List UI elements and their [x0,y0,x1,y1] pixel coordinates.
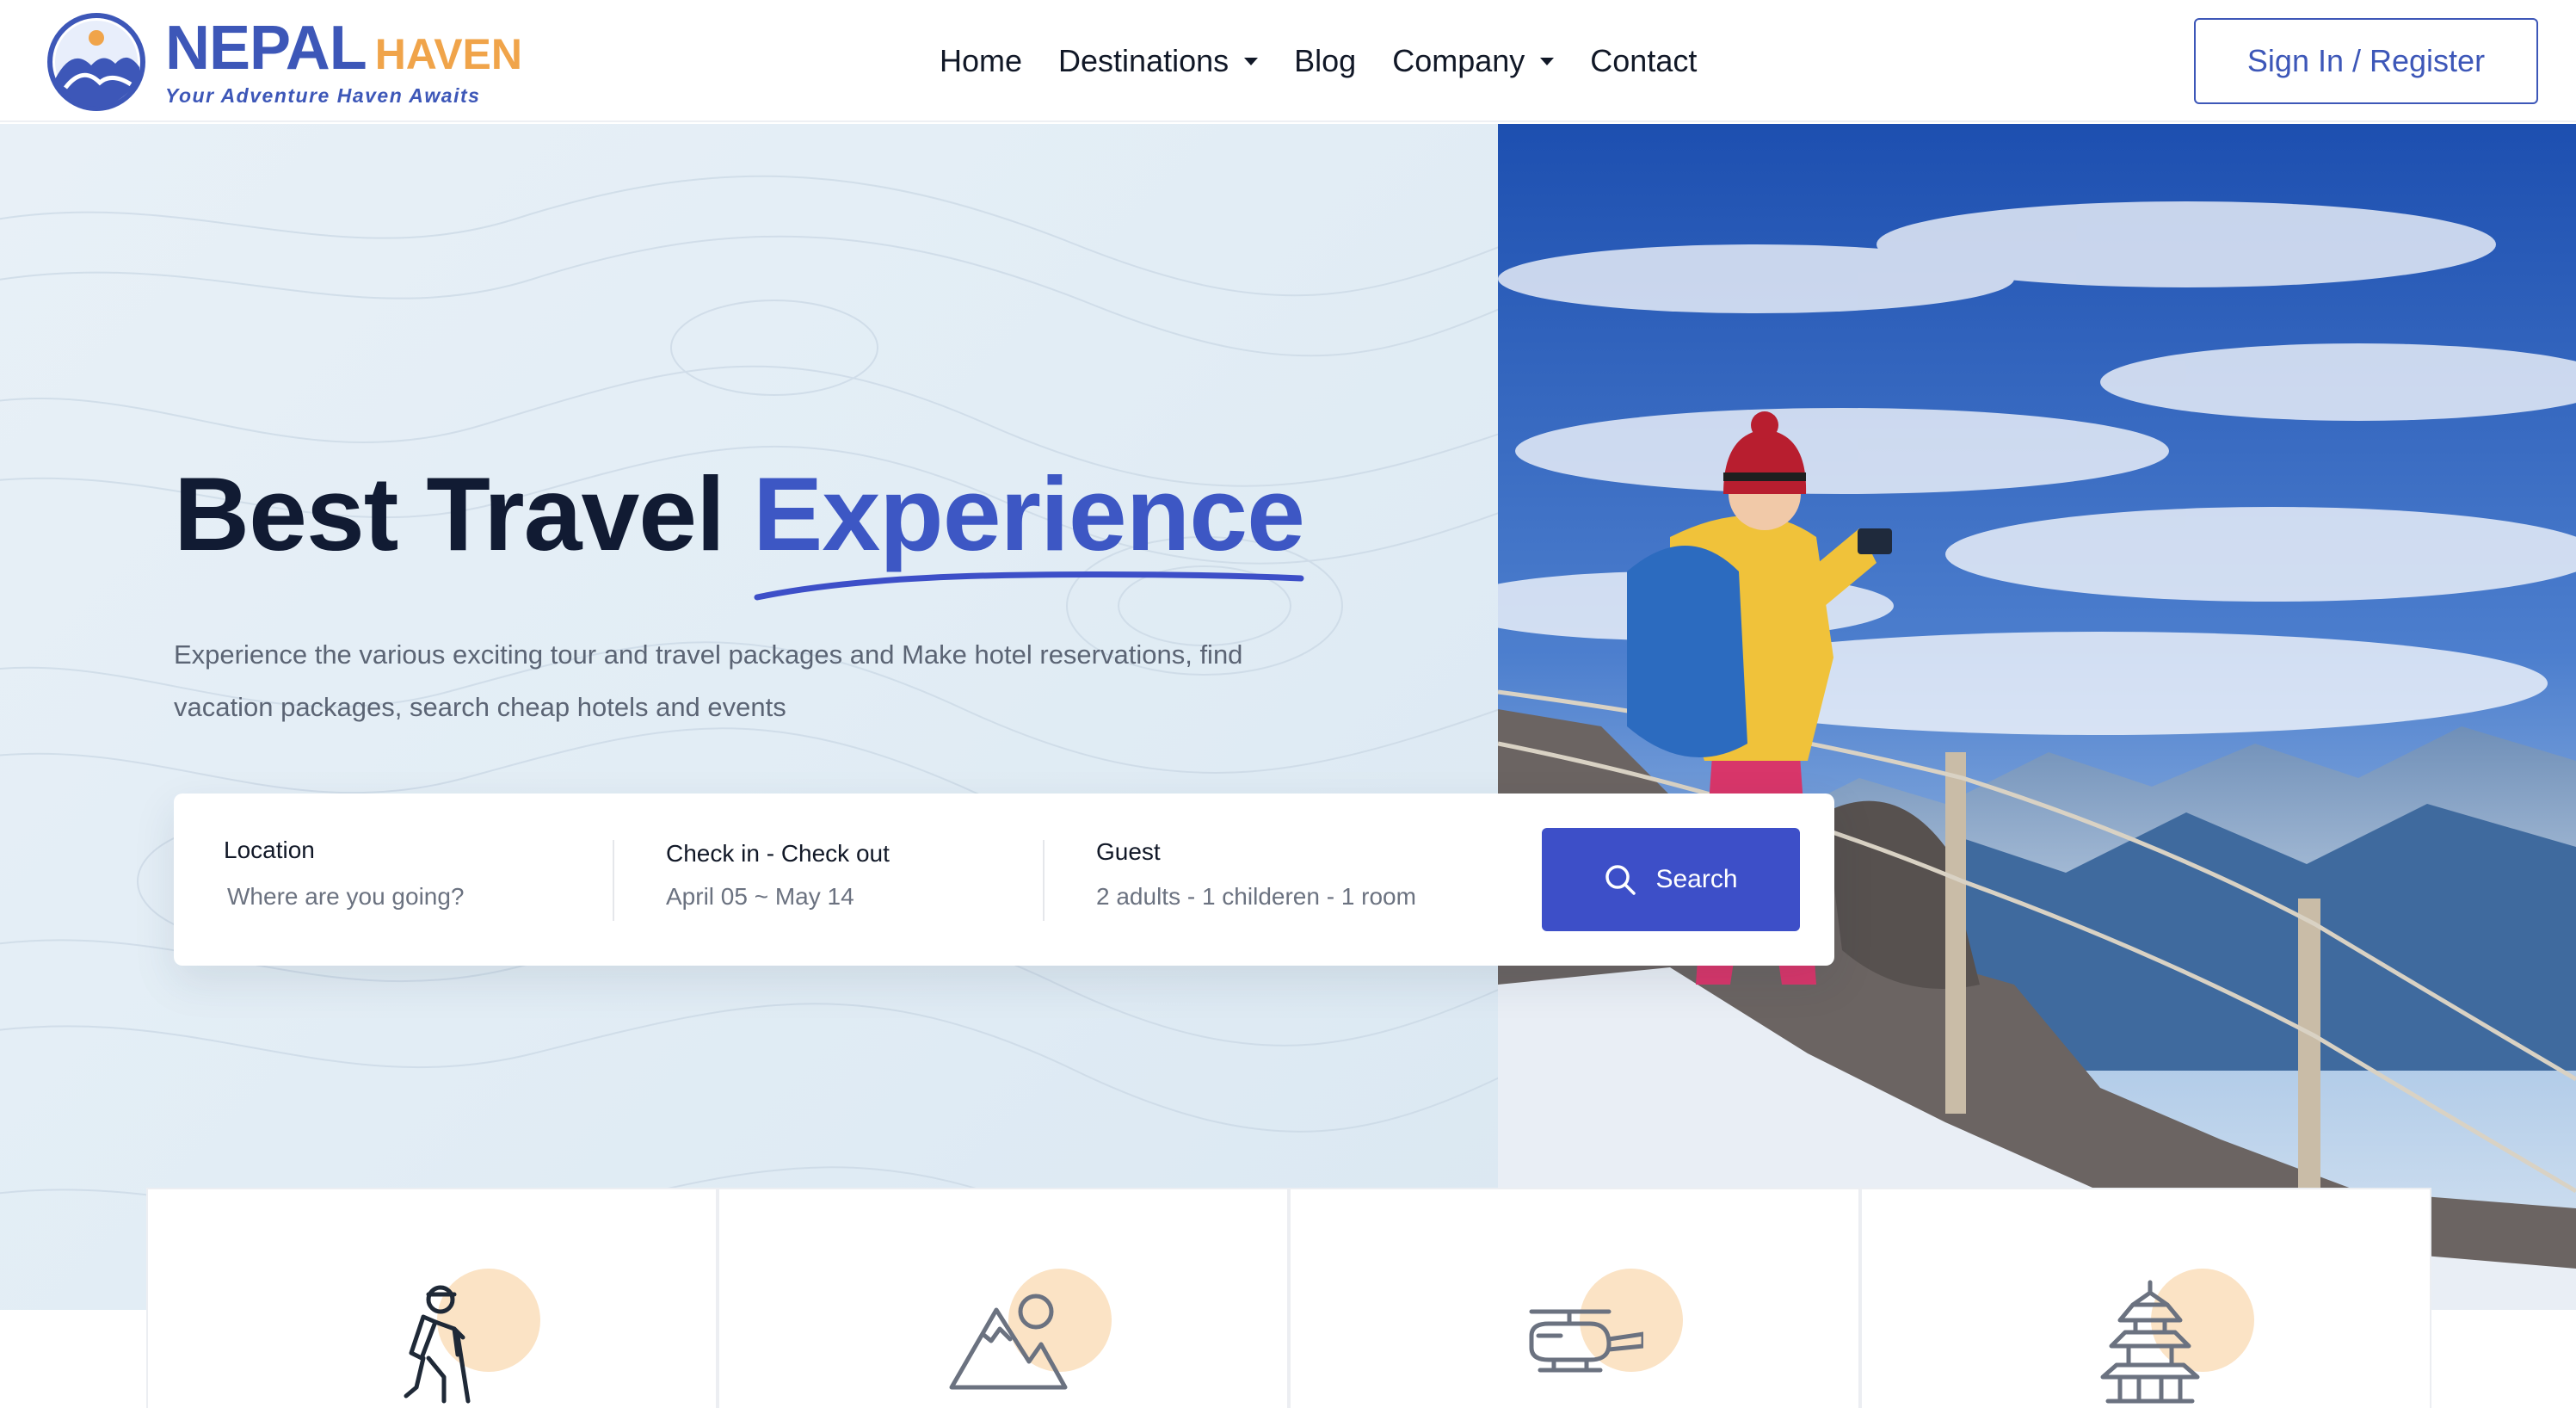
field-divider [613,840,614,921]
category-card-mountains[interactable] [718,1188,1289,1408]
location-input[interactable]: Where are you going? [227,883,465,911]
hero-title-accent: Experience [752,455,1305,572]
caret-down-icon [1540,57,1555,65]
hero-description: Experience the various exciting tour and… [174,639,1243,722]
location-field[interactable]: Location Where are you going? [224,837,465,911]
guest-field[interactable]: Guest 2 adults - 1 childeren - 1 room [1096,838,1416,911]
search-button-label: Search [1655,865,1738,893]
brush-underline [754,571,1304,601]
category-card-helicopter[interactable] [1289,1188,1860,1408]
nav-destinations[interactable]: Destinations [1058,43,1259,79]
caret-down-icon [1244,57,1259,65]
search-panel: Location Where are you going? Check in -… [174,794,1834,966]
mountain-logo-icon [47,13,145,111]
trekker-icon [404,1285,471,1404]
search-icon [1605,865,1636,895]
guest-label: Guest [1096,838,1161,865]
nav-contact[interactable]: Contact [1590,43,1697,79]
nav-destinations-label: Destinations [1058,43,1229,78]
nav-company-label: Company [1392,43,1525,78]
nav-company[interactable]: Company [1392,43,1555,79]
brand-name-secondary: HAVEN [374,29,523,78]
main-nav: Home Destinations Blog Company Contact [940,33,1733,90]
site-header: NEPAL HAVEN Your Adventure Haven Awaits H… [0,0,2576,122]
nav-home-label: Home [940,43,1023,78]
dates-field[interactable]: Check in - Check out April 05 ~ May 14 [666,840,890,911]
location-label: Location [224,837,315,863]
category-cards [146,1188,2431,1408]
nav-home[interactable]: Home [940,43,1022,79]
hero-title-plain: Best Travel [174,455,725,572]
hero-title: Best Travel Experience [174,455,1305,572]
dates-value[interactable]: April 05 ~ May 14 [666,883,890,911]
brand-tagline: Your Adventure Haven Awaits [165,83,481,107]
signin-register-button[interactable]: Sign In / Register [2194,18,2538,104]
helicopter-icon [1529,1309,1643,1373]
mountain-icon [949,1294,1068,1390]
guest-value[interactable]: 2 adults - 1 childeren - 1 room [1096,883,1416,911]
brand-logo[interactable]: NEPAL HAVEN Your Adventure Haven Awaits [46,12,522,112]
category-card-heritage[interactable] [1860,1188,2431,1408]
nav-blog[interactable]: Blog [1294,43,1356,79]
brand-name-primary: NEPAL [165,13,367,83]
hero-hiker-photo [1498,124,2576,1310]
category-card-trekking[interactable] [146,1188,718,1408]
nav-contact-label: Contact [1590,43,1698,78]
dates-label: Check in - Check out [666,840,890,867]
pagoda-temple-icon [2100,1280,2200,1404]
mountain-hiker-illustration [1498,124,2576,1310]
field-divider [1043,840,1045,921]
nav-blog-label: Blog [1294,43,1357,78]
search-button[interactable]: Search [1542,828,1800,931]
